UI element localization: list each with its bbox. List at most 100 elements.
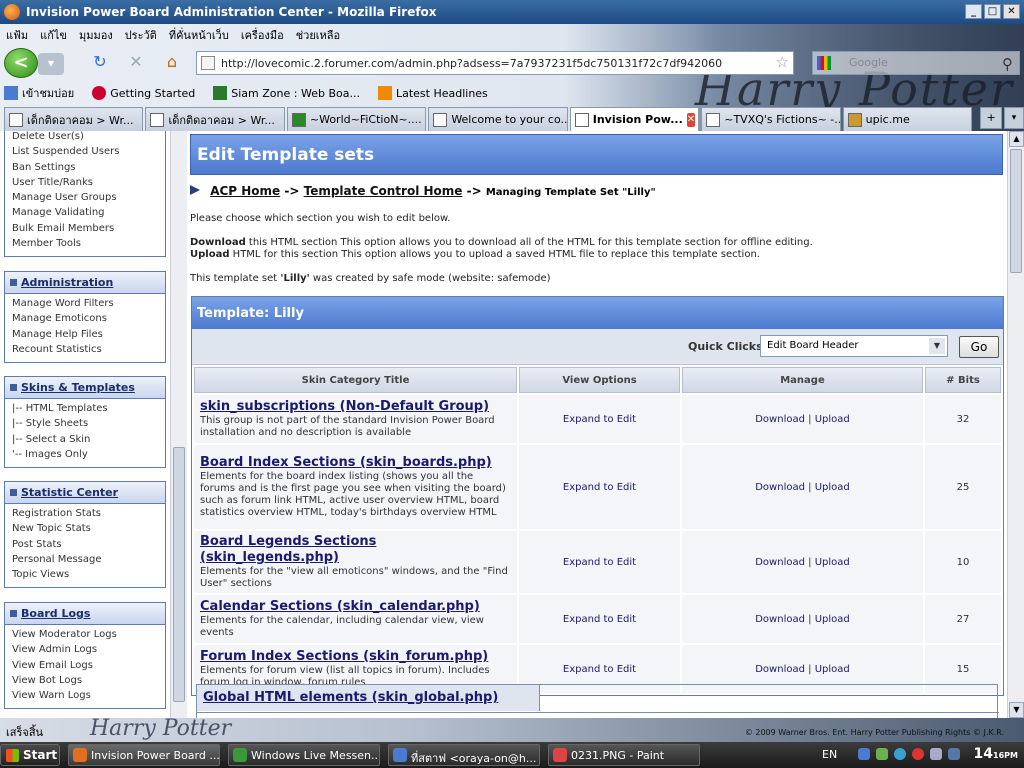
expand-to-edit-link[interactable]: Expand to Edit	[563, 664, 636, 675]
sidebar-link[interactable]: Registration Stats	[12, 508, 165, 523]
url-bar[interactable]: http://lovecomic.2.forumer.com/admin.php…	[196, 51, 794, 75]
category-title-link[interactable]: Board Legends Sections (skin_legends.php…	[200, 534, 511, 566]
download-link[interactable]: Download	[755, 664, 805, 675]
menu-view[interactable]: มุมมอง	[79, 26, 113, 44]
tray-app-icon[interactable]	[876, 748, 888, 760]
sidebar-link[interactable]: |-- Select a Skin	[12, 434, 165, 449]
close-button[interactable]: ✕	[1003, 4, 1020, 19]
tab[interactable]: เด็กติดอาคอม > Wr...	[4, 107, 144, 131]
expand-to-edit-link[interactable]: Expand to Edit	[563, 414, 636, 425]
sidebar-link[interactable]: Recount Statistics	[12, 344, 165, 359]
taskbar-item-chat[interactable]: ที่สตาฟ <oraya-on@h...	[388, 744, 540, 766]
global-html-title-link[interactable]: Global HTML elements (skin_global.php)	[197, 685, 540, 711]
scrollbar-thumb[interactable]	[1010, 149, 1022, 273]
bookmark-star-icon[interactable]: ☆	[776, 53, 789, 71]
menu-help[interactable]: ช่วยเหลือ	[296, 26, 340, 44]
sidebar-link[interactable]: Member Tools	[12, 238, 165, 253]
scroll-up-icon[interactable]: ▲	[1009, 131, 1024, 147]
bookmark-latest-headlines[interactable]: Latest Headlines	[377, 86, 488, 100]
category-title-link[interactable]: Board Index Sections (skin_boards.php)	[200, 455, 511, 471]
start-button[interactable]: Start	[0, 744, 60, 766]
download-link[interactable]: Download	[755, 557, 805, 568]
download-link[interactable]: Download	[755, 614, 805, 625]
upload-link[interactable]: Upload	[815, 557, 850, 568]
sidebar-link[interactable]: Manage Word Filters	[12, 298, 165, 313]
taskbar-item-messenger[interactable]: Windows Live Messen...	[228, 744, 380, 766]
sidebar-link[interactable]: View Email Logs	[12, 660, 165, 675]
download-link[interactable]: Download	[755, 414, 805, 425]
volume-icon[interactable]	[930, 748, 942, 760]
category-title-link[interactable]: Calendar Sections (skin_calendar.php)	[200, 599, 511, 615]
maximize-button[interactable]: □	[984, 4, 1001, 19]
tab[interactable]: เด็กติดอาคอม > Wr...	[145, 107, 285, 131]
author-link[interactable]: safe mode	[392, 273, 445, 284]
taskbar-item-paint[interactable]: 0231.PNG - Paint	[548, 744, 700, 766]
reload-icon[interactable]: ↻	[90, 52, 110, 72]
website-link[interactable]: safemode	[497, 273, 546, 284]
go-button[interactable]: Go	[959, 336, 999, 358]
menu-tools[interactable]: เครื่องมือ	[241, 26, 284, 44]
breadcrumb-acp-home[interactable]: ACP Home	[210, 184, 280, 198]
sidebar-link[interactable]: View Admin Logs	[12, 644, 165, 659]
tray-app-icon[interactable]	[894, 748, 906, 760]
sidebar-link[interactable]: List Suspended Users	[12, 146, 165, 161]
quick-clicks-select[interactable]: Edit Board Header ▼	[760, 335, 948, 357]
tab-active[interactable]: Invision Pow... ✕	[569, 107, 700, 131]
menu-file[interactable]: แฟ้ม	[6, 26, 28, 44]
sidebar-link[interactable]: View Moderator Logs	[12, 629, 165, 644]
bookmark-most-visited[interactable]: เข้าชมบ่อย	[4, 84, 74, 102]
sidebar-link[interactable]: Manage User Groups	[12, 192, 165, 207]
sidebar-link[interactable]: Topic Views	[12, 569, 165, 584]
stop-icon[interactable]: ✕	[126, 52, 146, 72]
home-icon[interactable]: ⌂	[162, 52, 182, 72]
menu-history[interactable]: ประวัติ	[125, 26, 157, 44]
page-scrollbar[interactable]: ▲ ▼	[1007, 131, 1024, 718]
sidebar-link[interactable]: Manage Emoticons	[12, 313, 165, 328]
clock[interactable]: 1416PM	[974, 746, 1018, 762]
sidebar-section-title[interactable]: Skins & Templates	[5, 377, 165, 399]
expand-to-edit-link[interactable]: Expand to Edit	[563, 482, 636, 493]
sidebar-link[interactable]: New Topic Stats	[12, 523, 165, 538]
taskbar-item-firefox[interactable]: Invision Power Board ...	[68, 744, 220, 766]
sidebar-link[interactable]: Personal Message	[12, 554, 165, 569]
upload-link[interactable]: Upload	[815, 414, 850, 425]
sidebar-link[interactable]: View Warn Logs	[12, 690, 165, 705]
upload-link[interactable]: Upload	[815, 614, 850, 625]
tab-list-button[interactable]: ▾	[1004, 107, 1024, 129]
sidebar-link[interactable]: Ban Settings	[12, 162, 165, 177]
sidebar-section-title[interactable]: Board Logs	[5, 603, 165, 625]
upload-link[interactable]: Upload	[815, 482, 850, 493]
tab-close-icon[interactable]: ✕	[686, 112, 696, 127]
sidebar-link[interactable]: Bulk Email Members	[12, 223, 165, 238]
back-button[interactable]: <	[4, 48, 38, 78]
sidebar-link[interactable]: Delete User(s)	[12, 131, 165, 146]
category-title-link[interactable]: skin_subscriptions (Non-Default Group)	[200, 399, 511, 415]
tab[interactable]: upic.me	[842, 107, 973, 131]
search-icon[interactable]: ⚲	[1002, 53, 1013, 75]
tab[interactable]: Welcome to your co...	[428, 107, 568, 131]
bookmark-getting-started[interactable]: Getting Started	[92, 86, 195, 100]
sidebar-link[interactable]: |-- HTML Templates	[12, 403, 165, 418]
language-indicator[interactable]: EN	[822, 748, 837, 761]
sidebar-link[interactable]: User Title/Ranks	[12, 177, 165, 192]
tab[interactable]: ~World~FiCtioN~....	[286, 107, 427, 131]
expand-to-edit-link[interactable]: Expand to Edit	[563, 614, 636, 625]
security-icon[interactable]	[912, 748, 924, 760]
tab[interactable]: ~TVXQ's Fictions~ -...	[701, 107, 841, 131]
sidebar-link[interactable]: '-- Images Only	[12, 449, 165, 464]
sidebar-link[interactable]: Manage Help Files	[12, 329, 165, 344]
tray-app-icon[interactable]	[948, 748, 960, 760]
bookmark-siam-zone[interactable]: Siam Zone : Web Boa...	[213, 86, 360, 100]
minimize-button[interactable]: _	[965, 4, 982, 19]
download-link[interactable]: Download	[755, 482, 805, 493]
sidebar-link[interactable]: Manage Validating	[12, 207, 165, 222]
scroll-down-icon[interactable]: ▼	[1009, 702, 1024, 718]
category-title-link[interactable]: Forum Index Sections (skin_forum.php)	[200, 649, 511, 665]
upload-link[interactable]: Upload	[815, 664, 850, 675]
search-input[interactable]: Google ⚲	[812, 51, 1020, 75]
sidebar-scrollbar[interactable]	[170, 131, 187, 718]
new-tab-button[interactable]: +	[980, 107, 1003, 129]
scrollbar-thumb[interactable]	[173, 447, 185, 702]
sidebar-section-title[interactable]: Statistic Center	[5, 482, 165, 504]
sidebar-link[interactable]: |-- Style Sheets	[12, 418, 165, 433]
